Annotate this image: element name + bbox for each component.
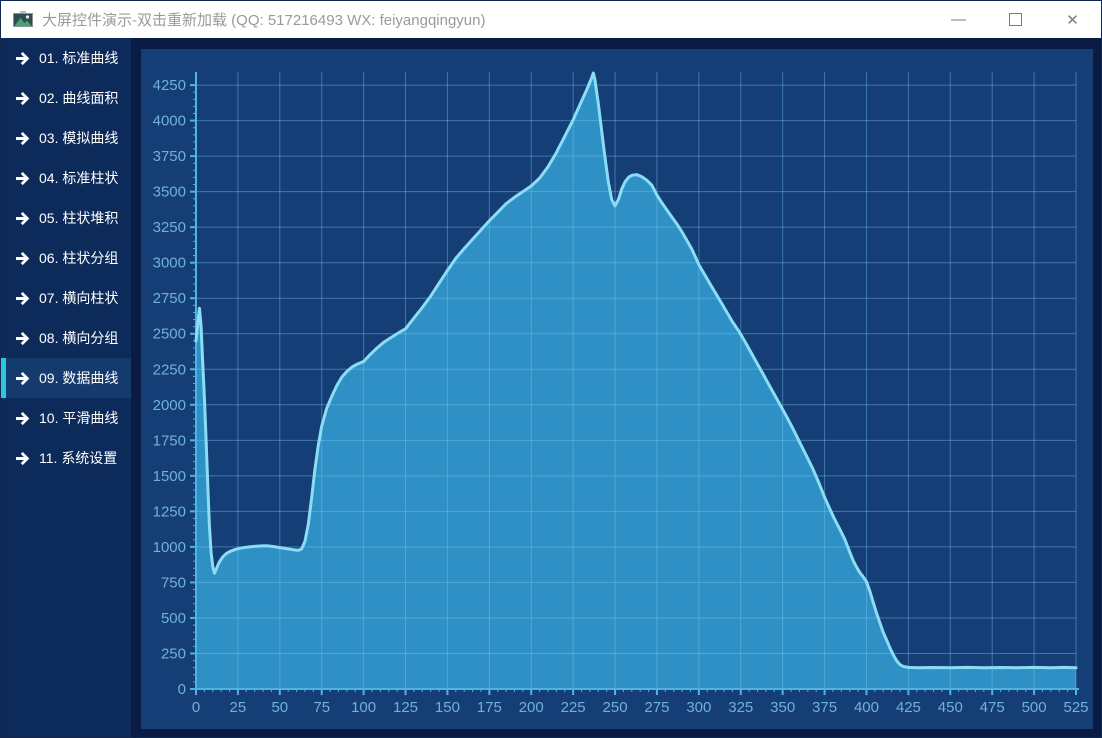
y-tick-label: 1500 (153, 468, 186, 485)
sidebar-item-label: 02. 曲线面积 (39, 88, 118, 108)
x-tick-label: 75 (313, 699, 330, 716)
y-tick-label: 1000 (153, 539, 186, 556)
sidebar-item-08[interactable]: 08. 横向分组 (1, 318, 131, 358)
close-button[interactable]: ✕ (1044, 1, 1101, 38)
app-window: 大屏控件演示-双击重新加载 (QQ: 517216493 WX: feiyang… (0, 0, 1102, 738)
sidebar-item-label: 05. 柱状堆积 (39, 208, 118, 228)
y-tick-label: 500 (161, 610, 186, 627)
arrow-right-icon (16, 331, 31, 346)
minimize-icon: — (951, 11, 966, 28)
x-tick-label: 275 (644, 699, 669, 716)
arrow-right-icon (16, 131, 31, 146)
arrow-right-icon (16, 291, 31, 306)
window-controls: — ✕ (930, 1, 1101, 38)
arrow-right-icon (16, 91, 31, 106)
arrow-right-icon (16, 371, 31, 386)
sidebar-item-07[interactable]: 07. 横向柱状 (1, 278, 131, 318)
y-tick-label: 2250 (153, 361, 186, 378)
y-tick-label: 1750 (153, 432, 186, 449)
sidebar-item-label: 11. 系统设置 (39, 448, 117, 468)
maximize-button[interactable] (987, 1, 1044, 38)
y-tick-label: 3000 (153, 255, 186, 272)
sidebar-item-label: 09. 数据曲线 (39, 368, 118, 388)
sidebar-item-label: 03. 模拟曲线 (39, 128, 118, 148)
sidebar-item-label: 08. 横向分组 (39, 328, 118, 348)
sidebar-item-label: 01. 标准曲线 (39, 48, 118, 68)
y-tick-label: 2750 (153, 290, 186, 307)
x-tick-label: 500 (1022, 699, 1047, 716)
arrow-right-icon (16, 451, 31, 466)
y-tick-label: 2500 (153, 326, 186, 343)
client-area: 01. 标准曲线 02. 曲线面积 03. 模拟曲线 04. 标准柱状 (1, 38, 1101, 737)
y-tick-label: 4250 (153, 77, 186, 94)
x-tick-label: 125 (393, 699, 418, 716)
app-logo-icon (13, 11, 33, 28)
arrow-right-icon (16, 211, 31, 226)
sidebar-item-06[interactable]: 06. 柱状分组 (1, 238, 131, 278)
close-icon: ✕ (1066, 11, 1079, 29)
title-bar: 大屏控件演示-双击重新加载 (QQ: 517216493 WX: feiyang… (1, 1, 1101, 38)
x-tick-label: 200 (519, 699, 544, 716)
arrow-right-icon (16, 171, 31, 186)
sidebar-item-11[interactable]: 11. 系统设置 (1, 438, 131, 478)
x-tick-label: 225 (561, 699, 586, 716)
y-tick-label: 4000 (153, 113, 186, 130)
x-tick-label: 150 (435, 699, 460, 716)
area-fill (196, 73, 1076, 689)
y-tick-label: 750 (161, 574, 186, 591)
x-tick-label: 250 (603, 699, 628, 716)
sidebar-item-10[interactable]: 10. 平滑曲线 (1, 398, 131, 438)
window-title: 大屏控件演示-双击重新加载 (QQ: 517216493 WX: feiyang… (42, 9, 930, 30)
x-tick-label: 425 (896, 699, 921, 716)
chart-panel: 0 25 50 75 100 125 150 175 200 225 250 275 300 325 350… (141, 49, 1093, 729)
x-tick-label: 350 (770, 699, 795, 716)
arrow-right-icon (16, 411, 31, 426)
y-tick-label: 3750 (153, 148, 186, 165)
x-tick-label: 325 (728, 699, 753, 716)
arrow-right-icon (16, 251, 31, 266)
y-tick-label: 1250 (153, 503, 186, 520)
sidebar-item-05[interactable]: 05. 柱状堆积 (1, 198, 131, 238)
sidebar-menu: 01. 标准曲线 02. 曲线面积 03. 模拟曲线 04. 标准柱状 (1, 38, 131, 478)
y-tick-label: 250 (161, 645, 186, 662)
y-tick-label: 0 (178, 681, 186, 698)
x-tick-label: 300 (686, 699, 711, 716)
x-tick-label: 0 (192, 699, 200, 716)
sidebar-item-03[interactable]: 03. 模拟曲线 (1, 118, 131, 158)
x-tick-label: 25 (230, 699, 247, 716)
sidebar-item-02[interactable]: 02. 曲线面积 (1, 78, 131, 118)
y-tick-label: 3500 (153, 184, 186, 201)
x-tick-label: 100 (351, 699, 376, 716)
x-tick-label: 475 (980, 699, 1005, 716)
x-tick-label: 525 (1063, 699, 1088, 716)
x-tick-label: 50 (271, 699, 288, 716)
sidebar: 01. 标准曲线 02. 曲线面积 03. 模拟曲线 04. 标准柱状 (1, 38, 131, 737)
y-tick-label: 2000 (153, 397, 186, 414)
x-tick-label: 450 (938, 699, 963, 716)
sidebar-item-01[interactable]: 01. 标准曲线 (1, 38, 131, 78)
x-tick-label: 400 (854, 699, 879, 716)
arrow-right-icon (16, 51, 31, 66)
sidebar-item-04[interactable]: 04. 标准柱状 (1, 158, 131, 198)
x-tick-label: 375 (812, 699, 837, 716)
sidebar-item-label: 07. 横向柱状 (39, 288, 118, 308)
y-tick-label: 3250 (153, 219, 186, 236)
minimize-button[interactable]: — (930, 1, 987, 38)
sidebar-item-label: 10. 平滑曲线 (39, 408, 118, 428)
sidebar-item-label: 04. 标准柱状 (39, 168, 118, 188)
x-tick-label: 175 (477, 699, 502, 716)
area-chart: 0 25 50 75 100 125 150 175 200 225 250 275 300 325 350… (141, 49, 1093, 729)
sidebar-item-09[interactable]: 09. 数据曲线 (1, 358, 131, 398)
maximize-icon (1009, 13, 1022, 26)
sidebar-item-label: 06. 柱状分组 (39, 248, 118, 268)
